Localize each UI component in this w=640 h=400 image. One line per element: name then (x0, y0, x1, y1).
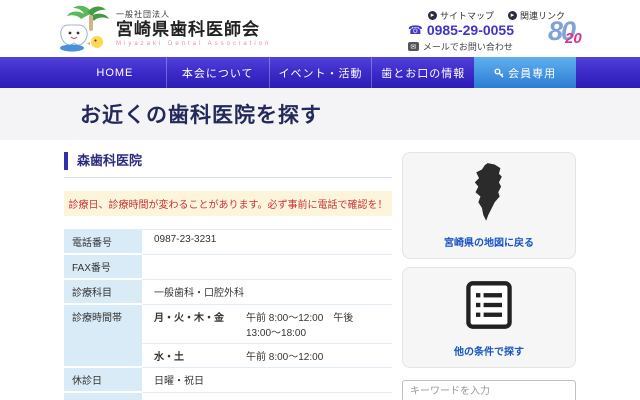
schedule-days: 水・土 (154, 348, 246, 363)
row-label: 住所 (64, 393, 142, 400)
mail-icon: ✉ (408, 42, 419, 51)
nav-events[interactable]: イベント・活動 (269, 57, 372, 88)
mascot-illustration (58, 3, 112, 53)
schedule-line: 月・火・木・金 午前 8:00〜12:00 午後 13:00〜18:00 (142, 305, 392, 344)
nav-home[interactable]: HOME (64, 57, 166, 88)
row-value: 一般歯科・口腔外科 (142, 280, 392, 305)
row-value: 日曜・祝日 (142, 368, 392, 393)
clinic-name: 森歯科医院 (64, 152, 392, 170)
logo-text: 一般社団法人 宮崎県歯科医師会 Miyazaki Dental Associat… (116, 9, 271, 47)
row-value: 日南市中央通1-3-17 (142, 393, 392, 400)
nav-oral-info-label: 歯とお口の情報 (381, 65, 465, 81)
clinic-info-table: 電話番号 0987-23-3231 FAX番号 診療科目 一般歯科・口腔外科 診… (64, 229, 392, 400)
row-label: 診療科目 (64, 280, 142, 305)
nav-members-only-label: 会員専用 (508, 65, 556, 81)
site-header: 一般社団法人 宮崎県歯科医師会 Miyazaki Dental Associat… (0, 0, 640, 57)
nav-oral-info[interactable]: 歯とお口の情報 (371, 57, 474, 88)
schedule-days: 月・火・木・金 (154, 309, 246, 339)
notice-banner: 診療日、診療時間が変わることがあります。必ず事前に電話で確認を！ (64, 191, 392, 216)
table-row-departments: 診療科目 一般歯科・口腔外科 (64, 280, 392, 305)
8020-logo-20: 20 (565, 30, 582, 47)
phone-number: 0985-29-0055 (427, 22, 514, 38)
arrow-circle-icon: ▸ (508, 11, 517, 20)
schedule-line: 水・土 午前 8:00〜12:00 (142, 344, 392, 367)
row-value (142, 255, 392, 280)
table-row-fax: FAX番号 (64, 255, 392, 280)
nav-about[interactable]: 本会について (166, 57, 269, 88)
arrow-circle-icon: ▸ (428, 11, 437, 20)
table-row-address: 住所 日南市中央通1-3-17 (64, 393, 392, 400)
phone-link[interactable]: ☎ 0985-29-0055 (408, 22, 514, 38)
mail-contact-link[interactable]: ✉ メールでお問い合わせ (408, 40, 514, 53)
mail-label: メールでお問い合わせ (423, 40, 513, 53)
clinic-detail-column: 森歯科医院 診療日、診療時間が変わることがあります。必ず事前に電話で確認を！ 電… (64, 152, 392, 400)
nav-about-label: 本会について (182, 65, 254, 81)
phone-icon: ☎ (408, 23, 423, 37)
8020-campaign-logo: 8020 (548, 16, 608, 47)
schedule-hours: 午前 8:00〜12:00 午後 13:00〜18:00 (246, 309, 380, 339)
other-conditions-label: 他の条件で探す (409, 343, 569, 358)
main-navigation: HOME 本会について イベント・活動 歯とお口の情報 会員専用 (0, 57, 640, 88)
row-value-schedule: 月・火・木・金 午前 8:00〜12:00 午後 13:00〜18:00 水・土… (142, 305, 392, 368)
clinic-name-heading: 森歯科医院 (64, 152, 392, 178)
sidebar: 宮崎県の地図に戻る 他の条件で探す フリーワード検索 (402, 152, 576, 400)
row-label: 電話番号 (64, 230, 142, 255)
org-name-en: Miyazaki Dental Association (116, 41, 271, 47)
table-row-hours: 診療時間帯 月・火・木・金 午前 8:00〜12:00 午後 13:00〜18:… (64, 305, 392, 368)
back-to-prefecture-map-card[interactable]: 宮崎県の地図に戻る (402, 152, 576, 259)
site-logo[interactable]: 一般社団法人 宮崎県歯科医師会 Miyazaki Dental Associat… (58, 3, 271, 53)
row-label: FAX番号 (64, 255, 142, 280)
row-value: 0987-23-3231 (142, 230, 392, 255)
condition-list-icon (463, 276, 515, 334)
nav-members-only[interactable]: 会員専用 (474, 57, 576, 88)
schedule-hours: 午前 8:00〜12:00 (246, 348, 323, 363)
title-band: お近くの歯科医院を探す (0, 88, 640, 140)
header-contact: ☎ 0985-29-0055 ✉ メールでお問い合わせ (408, 22, 514, 53)
row-label: 診療時間帯 (64, 305, 142, 368)
search-other-conditions-card[interactable]: 他の条件で探す (402, 267, 576, 368)
keyword-input[interactable] (402, 380, 576, 400)
sitemap-label: サイトマップ (440, 9, 494, 22)
miyazaki-prefecture-icon (463, 161, 515, 225)
header-top-links: ▸ サイトマップ ▸ 関連リンク (428, 9, 565, 22)
back-to-map-label: 宮崎県の地図に戻る (409, 234, 569, 249)
sitemap-link[interactable]: ▸ サイトマップ (428, 9, 494, 22)
nav-events-label: イベント・活動 (278, 65, 362, 81)
table-row-closed: 休診日 日曜・祝日 (64, 368, 392, 393)
table-row-phone: 電話番号 0987-23-3231 (64, 230, 392, 255)
org-name: 宮崎県歯科医師会 (116, 20, 271, 40)
key-icon (494, 68, 504, 78)
org-type: 一般社団法人 (116, 9, 271, 20)
main-content: 森歯科医院 診療日、診療時間が変わることがあります。必ず事前に電話で確認を！ 電… (0, 140, 640, 400)
page-title: お近くの歯科医院を探す (80, 99, 322, 129)
nav-home-label: HOME (96, 67, 133, 79)
row-label: 休診日 (64, 368, 142, 393)
